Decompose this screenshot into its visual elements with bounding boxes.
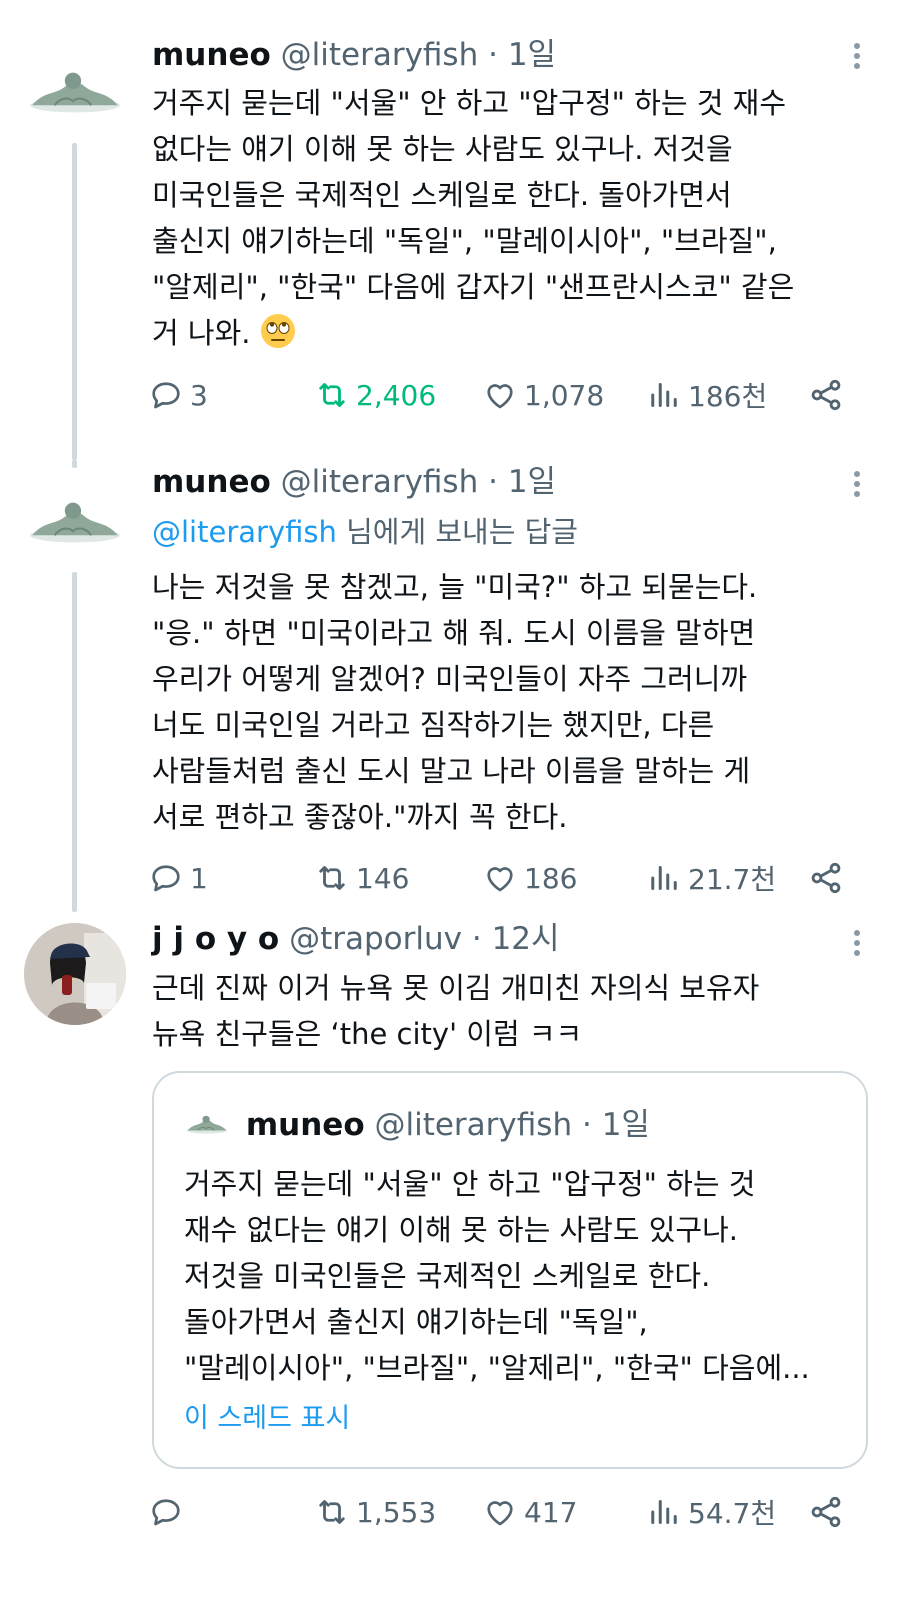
share-button[interactable] (808, 1492, 850, 1532)
separator-dot: · (471, 921, 482, 957)
plush-avatar-icon (184, 1109, 230, 1139)
tweet-header: muneo @literaryfish · 1일 (152, 35, 556, 75)
retweet-button[interactable]: 146 (314, 858, 409, 898)
more-icon[interactable] (852, 468, 862, 502)
replying-to: @literaryfish 님에게 보내는 답글 (152, 512, 578, 552)
like-count: 186 (524, 861, 578, 895)
more-icon[interactable] (852, 927, 862, 961)
timestamp[interactable]: 1일 (508, 37, 556, 73)
action-bar: 1 146 186 21.7천 (152, 858, 872, 898)
views-count: 21.7천 (688, 863, 777, 896)
display-name[interactable]: muneo (152, 37, 271, 73)
share-icon (808, 860, 844, 896)
retweet-icon (314, 1494, 350, 1530)
views-count: 186천 (688, 380, 768, 413)
quoted-display-name: muneo (245, 1107, 365, 1143)
reply-button[interactable]: 1 (148, 858, 208, 898)
show-thread-link[interactable]: 이 스레드 표시 (184, 1399, 350, 1439)
reply-count: 3 (190, 378, 208, 412)
tweet-text: 거주지 묻는데 "서울" 안 하고 "압구정" 하는 것 재수 없다는 얘기 이… (152, 80, 854, 356)
quoted-user-handle: @literaryfish (374, 1107, 573, 1143)
avatar[interactable] (24, 470, 126, 572)
like-icon (482, 860, 518, 896)
quoted-tweet-card[interactable]: muneo @literaryfish · 1일 거주지 묻는데 "서울" 안 … (152, 1071, 868, 1469)
plush-avatar-icon (29, 71, 121, 114)
like-icon (482, 1494, 518, 1530)
like-button[interactable]: 186 (482, 858, 577, 898)
avatar[interactable] (24, 923, 126, 1025)
quoted-tweet-text: 거주지 묻는데 "서울" 안 하고 "압구정" 하는 것 재수 없다는 얘기 이… (184, 1167, 810, 1385)
user-handle[interactable]: @literaryfish (281, 37, 479, 73)
thread-line (72, 460, 77, 468)
share-icon (808, 377, 844, 413)
reply-icon (148, 377, 184, 413)
like-count: 417 (524, 1495, 578, 1529)
replying-mention[interactable]: @literaryfish (152, 515, 337, 549)
retweet-icon (314, 377, 350, 413)
views-count: 54.7천 (688, 1497, 777, 1530)
retweet-button[interactable]: 1,553 (314, 1492, 436, 1532)
like-icon (482, 377, 518, 413)
replying-suffix: 님에게 보내는 답글 (336, 515, 578, 549)
tweet-header: j j o y o @traporluv · 12시 (152, 919, 560, 959)
action-bar: 3 2,406 1,078 186천 (152, 375, 872, 415)
retweet-count: 1,553 (356, 1495, 437, 1529)
reply-count: 1 (190, 861, 208, 895)
retweet-icon (314, 860, 350, 896)
tweet-text: 근데 진짜 이거 뉴욕 못 이김 개미친 자의식 보유자 뉴욕 친구들은 ‘th… (152, 971, 760, 1051)
views-button[interactable]: 21.7천 (646, 858, 776, 898)
views-icon (646, 377, 682, 413)
retweet-button[interactable]: 2,406 (314, 375, 436, 415)
plush-avatar-icon (29, 501, 121, 544)
user-handle[interactable]: @traporluv (289, 921, 462, 957)
share-button[interactable] (808, 858, 850, 898)
views-icon (646, 1494, 682, 1530)
reply-icon (148, 860, 184, 896)
reply-icon (148, 1494, 184, 1530)
views-icon (646, 860, 682, 896)
like-button[interactable]: 1,078 (482, 375, 604, 415)
avatar[interactable] (24, 40, 126, 142)
action-bar: 1,553 417 54.7천 (152, 1492, 872, 1532)
separator-dot: · (488, 37, 498, 73)
share-button[interactable] (808, 375, 850, 415)
user-handle[interactable]: @literaryfish (281, 464, 479, 500)
views-button[interactable]: 186천 (646, 375, 767, 415)
display-name[interactable]: j j o y o (152, 921, 279, 957)
share-icon (808, 1494, 844, 1530)
tweet-header: muneo @literaryfish · 1일 (152, 462, 556, 502)
views-button[interactable]: 54.7천 (646, 1492, 776, 1532)
quoted-timestamp: 1일 (601, 1107, 650, 1143)
like-button[interactable]: 417 (482, 1492, 577, 1532)
timestamp[interactable]: 1일 (508, 464, 556, 500)
thread-line (72, 143, 77, 460)
tweet-1[interactable]: muneo @literaryfish · 1일 거주지 묻는데 "서울" 안 … (0, 0, 914, 460)
separator-dot: · (488, 464, 498, 500)
reply-button[interactable]: 3 (148, 375, 208, 415)
tweet-2[interactable]: muneo @literaryfish · 1일 @literaryfish 님… (0, 460, 914, 915)
face-with-rolling-eyes-icon (260, 314, 295, 348)
tweet-text: 나는 저것을 못 참겠고, 늘 "미국?" 하고 되묻는다. "응." 하면 "… (152, 570, 758, 834)
tweet-text-content: 거주지 묻는데 "서울" 안 하고 "압구정" 하는 것 재수 없다는 얘기 이… (152, 86, 795, 350)
like-count: 1,078 (524, 378, 605, 412)
reply-button[interactable] (148, 1492, 190, 1532)
timestamp[interactable]: 12시 (492, 921, 560, 957)
profile-photo-icon (24, 923, 126, 1025)
retweet-count: 146 (356, 861, 410, 895)
separator-dot: · (581, 1107, 592, 1143)
thread-line (72, 572, 77, 912)
quoted-tweet-header: muneo @literaryfish · 1일 (184, 1105, 650, 1145)
retweet-count: 2,406 (356, 378, 437, 412)
display-name[interactable]: muneo (152, 464, 271, 500)
more-icon[interactable] (852, 40, 862, 74)
